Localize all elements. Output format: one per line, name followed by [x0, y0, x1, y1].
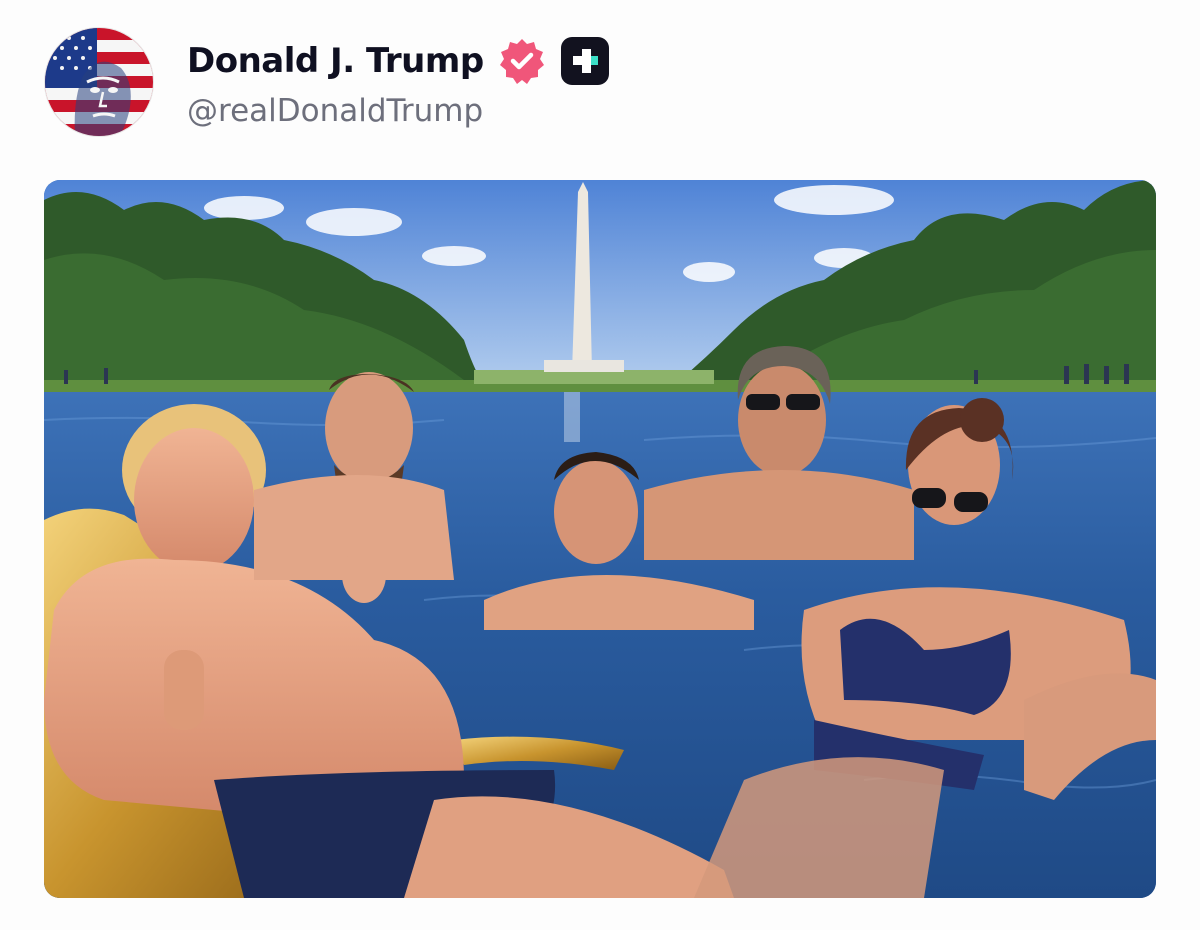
author-display-name[interactable]: Donald J. Trump — [187, 41, 484, 81]
social-post: Donald J. Trump @realDonaldTrump — [0, 0, 1200, 930]
author-avatar[interactable] — [45, 28, 153, 136]
post-header: Donald J. Trump @realDonaldTrump — [45, 28, 610, 136]
name-row: Donald J. Trump — [187, 35, 610, 87]
verified-badge-icon — [498, 37, 546, 85]
author-names: Donald J. Trump @realDonaldTrump — [187, 28, 610, 136]
author-handle[interactable]: @realDonaldTrump — [187, 93, 610, 129]
avatar-image — [45, 28, 153, 136]
photo-image — [44, 180, 1156, 898]
post-photo[interactable] — [44, 180, 1156, 898]
truth-social-app-icon — [560, 36, 610, 86]
